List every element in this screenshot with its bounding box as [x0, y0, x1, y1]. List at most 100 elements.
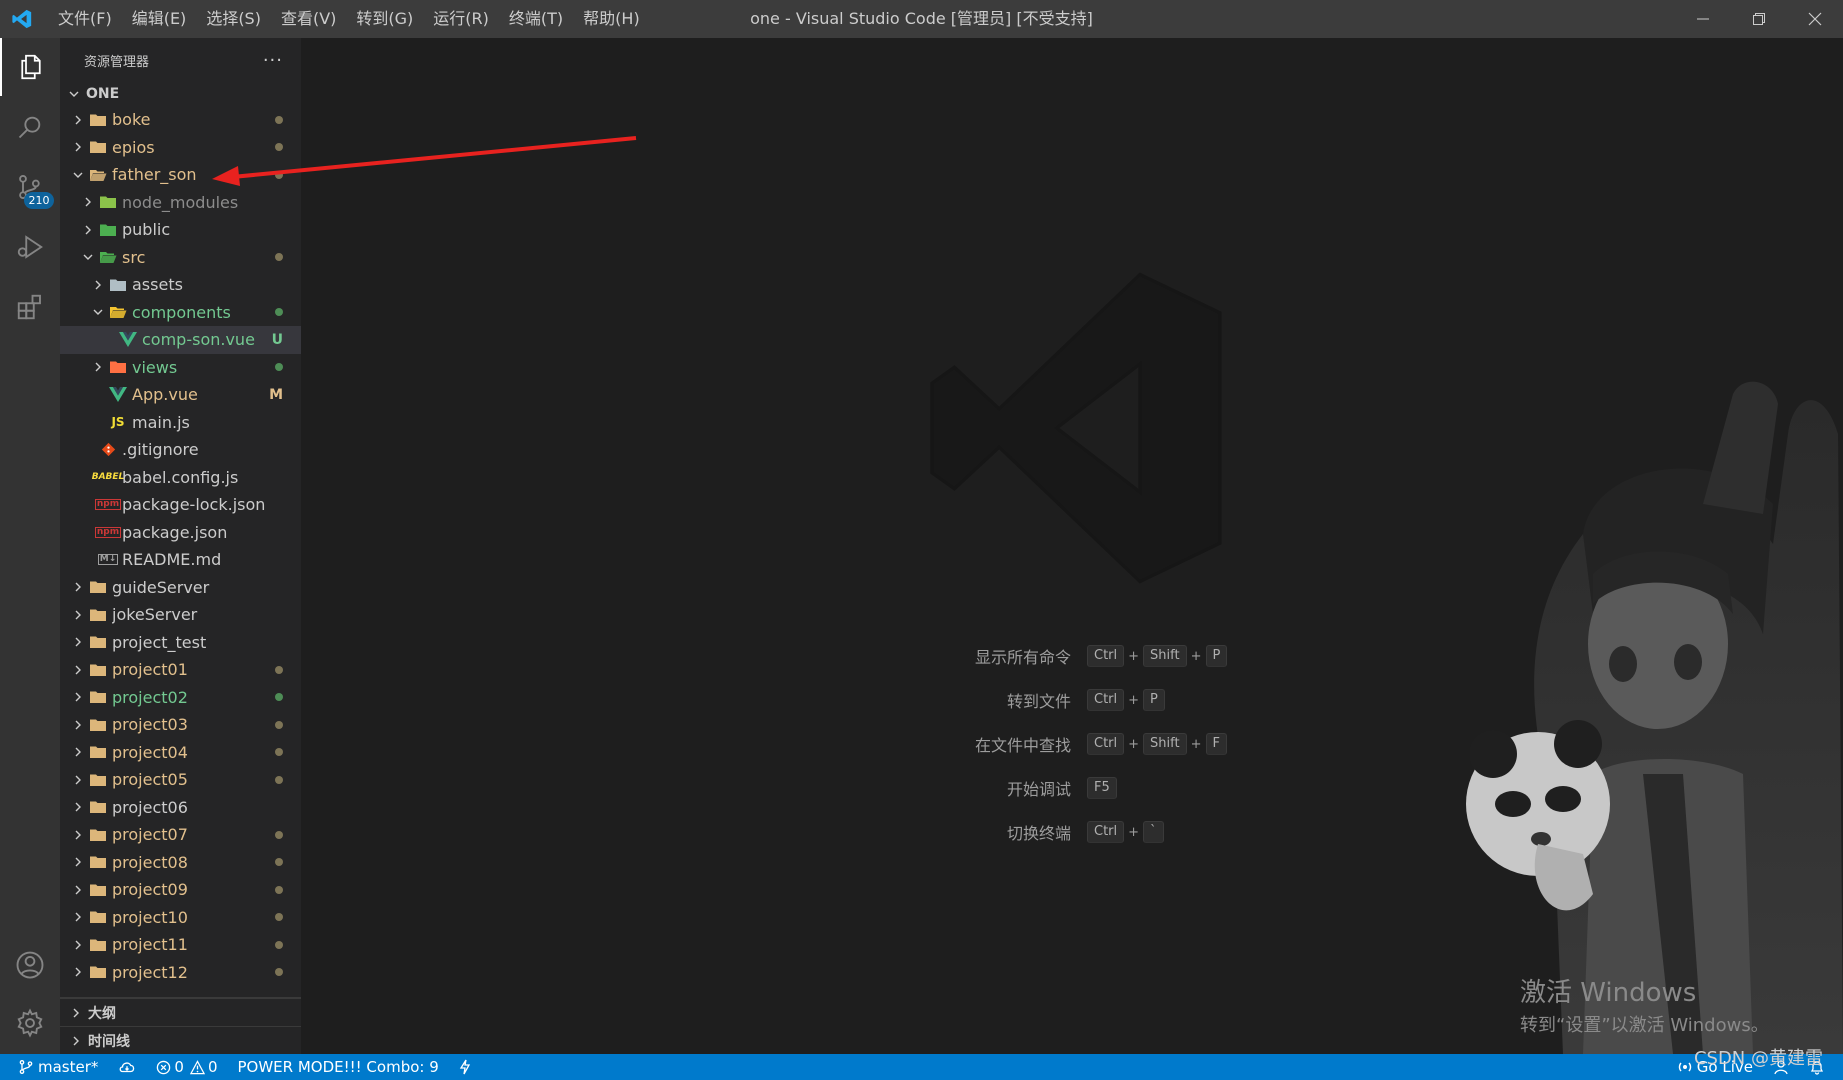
vue-file-icon: [118, 332, 138, 348]
menu-item[interactable]: 编辑(E): [122, 0, 197, 38]
menu-item[interactable]: 运行(R): [423, 0, 499, 38]
tree-item[interactable]: .gitignore: [60, 436, 301, 464]
chevron-right-icon: [70, 909, 86, 925]
keycap: P: [1143, 689, 1165, 711]
markdown-file-icon: M↓: [97, 554, 119, 566]
tree-item[interactable]: src: [60, 244, 301, 272]
tree-item-label: public: [122, 220, 171, 240]
outline-section[interactable]: 大纲: [60, 998, 301, 1026]
tree-item[interactable]: project03: [60, 711, 301, 739]
tree-item[interactable]: node_modules: [60, 189, 301, 217]
tree-item[interactable]: project06: [60, 794, 301, 822]
source-control-icon[interactable]: 210: [0, 158, 60, 216]
chevron-right-icon: [80, 194, 96, 210]
menu-item[interactable]: 选择(S): [196, 0, 271, 38]
chevron-right-icon: [90, 359, 106, 375]
more-actions-button[interactable]: ···: [263, 50, 283, 71]
folder-icon: [88, 964, 108, 980]
warning-count: 0: [207, 1058, 218, 1076]
tree-item-label: project04: [112, 742, 188, 762]
tree-item-label: guideServer: [112, 577, 210, 597]
folder-icon: [88, 937, 108, 953]
sync-button[interactable]: [108, 1054, 146, 1080]
chevron-down-icon: [90, 304, 106, 320]
tree-item[interactable]: components: [60, 299, 301, 327]
tree-item-label: package-lock.json: [122, 495, 266, 515]
git-file-icon: [98, 442, 118, 458]
chevron-right-icon: [70, 579, 86, 595]
status-bar: master* 0 0 POWER MODE!!! Combo: 9 Go Li…: [0, 1054, 1843, 1080]
chevron-right-icon: [70, 937, 86, 953]
timeline-label: 时间线: [88, 1033, 130, 1050]
menu-item[interactable]: 查看(V): [271, 0, 346, 38]
folder-icon: [88, 882, 108, 898]
vue-file-icon: [108, 387, 128, 403]
explorer-sidebar: 资源管理器 ··· ONE boke epios father_son node_mo…: [60, 38, 301, 1054]
tree-item[interactable]: project12: [60, 959, 301, 987]
menu-item[interactable]: 文件(F): [48, 0, 122, 38]
tree-item[interactable]: project07: [60, 821, 301, 849]
tree-item[interactable]: public: [60, 216, 301, 244]
problems-status[interactable]: 0 0: [146, 1054, 227, 1080]
tree-item[interactable]: project02: [60, 684, 301, 712]
keycap: Shift: [1143, 645, 1187, 667]
files-icon[interactable]: [0, 38, 60, 96]
chevron-down-icon: [70, 167, 86, 183]
tree-item[interactable]: npm package.json: [60, 519, 301, 547]
tree-item[interactable]: project09: [60, 876, 301, 904]
tree-item[interactable]: project05: [60, 766, 301, 794]
title-bar: 文件(F) 编辑(E) 选择(S) 查看(V) 转到(G) 运行(R) 终端(T) 帮助(H)…: [0, 0, 1843, 38]
menu-item[interactable]: 帮助(H): [573, 0, 650, 38]
chevron-right-icon: [90, 277, 106, 293]
tree-item[interactable]: JS main.js: [60, 409, 301, 437]
branch-status[interactable]: master*: [0, 1054, 108, 1080]
timeline-section[interactable]: 时间线: [60, 1026, 301, 1054]
tree-item-label: project09: [112, 880, 188, 900]
minimize-icon[interactable]: [1675, 0, 1731, 38]
error-icon: [157, 1060, 171, 1074]
chevron-right-icon: [70, 744, 86, 760]
shortcut-hint: 切换终端 Ctrl + `: [821, 810, 1321, 854]
chevron-right-icon: [70, 634, 86, 650]
modified-dot: [275, 940, 283, 949]
tree-item[interactable]: project01: [60, 656, 301, 684]
account-icon[interactable]: [0, 936, 60, 994]
keycap: Ctrl: [1087, 733, 1125, 755]
tree-item[interactable]: assets: [60, 271, 301, 299]
run-debug-icon[interactable]: [0, 218, 60, 276]
extensions-icon[interactable]: [0, 278, 60, 336]
tree-item[interactable]: M↓ README.md: [60, 546, 301, 574]
tree-item[interactable]: views: [60, 354, 301, 382]
tree-item-label: project11: [112, 935, 188, 955]
lightning-icon[interactable]: [449, 1054, 481, 1080]
tree-item[interactable]: project_test: [60, 629, 301, 657]
modified-dot: [275, 720, 283, 729]
tree-item[interactable]: jokeServer: [60, 601, 301, 629]
shortcut-label: 开始调试: [1006, 780, 1071, 799]
background-anime-illustration: [1443, 374, 1843, 1054]
tree-item[interactable]: project08: [60, 849, 301, 877]
activate-windows-hint: 转到“设置”以激活 Windows。: [1520, 1015, 1769, 1036]
tree-item[interactable]: App.vue M: [60, 381, 301, 409]
restore-icon[interactable]: [1731, 0, 1787, 38]
close-icon[interactable]: [1787, 0, 1843, 38]
menu-item[interactable]: 终端(T): [499, 0, 573, 38]
menu-item[interactable]: 转到(G): [346, 0, 423, 38]
tree-item[interactable]: guideServer: [60, 574, 301, 602]
tree-item-label: .gitignore: [122, 440, 199, 460]
tree-item[interactable]: BABEL babel.config.js: [60, 464, 301, 492]
tree-item[interactable]: comp-son.vue U: [60, 326, 301, 354]
workspace-root[interactable]: ONE: [60, 82, 301, 106]
folder-icon: [88, 634, 108, 650]
tree-item[interactable]: project11: [60, 931, 301, 959]
search-icon[interactable]: [0, 98, 60, 156]
power-mode-status[interactable]: POWER MODE!!! Combo: 9: [228, 1054, 449, 1080]
tree-item[interactable]: npm package-lock.json: [60, 491, 301, 519]
shortcut-label: 在文件中查找: [974, 736, 1071, 755]
settings-gear-icon[interactable]: [0, 994, 60, 1052]
tree-item[interactable]: project10: [60, 904, 301, 932]
tree-item[interactable]: project04: [60, 739, 301, 767]
shortcut-hint: 在文件中查找 Ctrl + Shift + F: [821, 722, 1321, 766]
modified-dot: [275, 830, 283, 839]
tree-item-label: project_test: [112, 632, 207, 652]
